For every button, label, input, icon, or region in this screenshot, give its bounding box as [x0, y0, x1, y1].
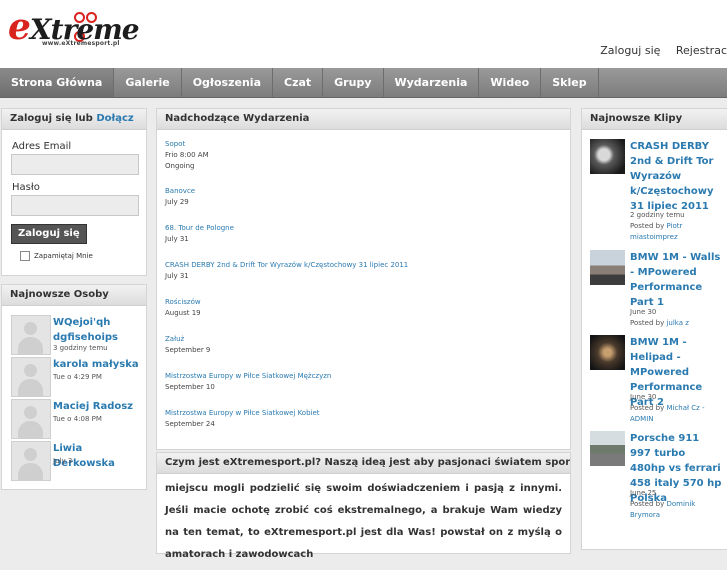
nav-video[interactable]: Wideo [479, 68, 542, 97]
about-text: miejscu mogli podzielić się swoim doświa… [165, 483, 562, 560]
login-button[interactable]: Zaloguj się [11, 224, 87, 244]
newest-people-panel: Najnowsze Osoby WQejoi'qh dgfisehoips 3 … [1, 284, 147, 490]
event-date: Friо 8:00 AM [165, 151, 209, 159]
event-title[interactable]: Sopot [165, 139, 209, 150]
person-name[interactable]: WQejoi'qh dgfisehoips [53, 315, 145, 345]
event-title[interactable]: Banovce [165, 186, 195, 197]
event-title[interactable]: Załuż [165, 334, 210, 345]
upcoming-events-panel: Nadchodzące Wydarzenia Sopot Friо 8:00 A… [156, 108, 571, 450]
event-item: CRASH DERBY 2nd & Drift Tor Wyrazów k/Cz… [165, 260, 408, 282]
people-panel-title: Najnowsze Osoby [2, 285, 146, 306]
avatar[interactable] [11, 399, 51, 439]
event-date: September 9 [165, 346, 211, 354]
person-item[interactable]: karola małyska Tue o 4:29 PM [11, 357, 143, 397]
event-title[interactable]: Mistrzostwa Europy w Piłce Siatkowej Kob… [165, 408, 320, 419]
avatar[interactable] [11, 441, 51, 481]
avatar[interactable] [11, 357, 51, 397]
clip-title[interactable]: BMW 1M - Walls - MPowered Performance Pa… [630, 250, 722, 310]
clips-panel-title: Najnowsze Klipy [582, 109, 727, 130]
about-panel-title: Czym jest eXtremesport.pl? Naszą ideą je… [157, 453, 570, 474]
clip-time: June 25 [630, 489, 657, 497]
nav-shop[interactable]: Sklep [541, 68, 599, 97]
clip-author: Posted by julka z [630, 319, 689, 327]
login-panel: Zaloguj się lub Dołącz Adres Email Hasło… [1, 108, 147, 276]
person-item[interactable]: WQejoi'qh dgfisehoips 3 godziny temu [11, 315, 143, 355]
main-nav: Strona Główna Galerie Ogłoszenia Czat Gr… [0, 68, 727, 98]
email-label: Adres Email [12, 141, 72, 152]
event-item: Mistrzostwa Europy w Piłce Siatkowej Męż… [165, 371, 331, 393]
clip-author-link[interactable]: julka z [666, 319, 688, 327]
email-field[interactable] [11, 154, 139, 175]
nav-chat[interactable]: Czat [273, 68, 324, 97]
event-item: Mistrzostwa Europy w Piłce Siatkowej Kob… [165, 408, 320, 430]
event-status: Ongoing [165, 162, 195, 170]
event-title[interactable]: Rościszów [165, 297, 201, 308]
top-links: Zaloguj się Rejestrac [588, 44, 727, 57]
clip-title[interactable]: CRASH DERBY 2nd & Drift Tor Wyrazów k/Cz… [630, 139, 722, 214]
clip-time: June 30 [630, 393, 657, 401]
event-item: Załuż September 9 [165, 334, 210, 356]
join-link[interactable]: Dołącz [96, 113, 133, 124]
person-name[interactable]: Maciej Radosz [53, 399, 145, 414]
clip-thumbnail[interactable] [590, 250, 625, 285]
password-label: Hasło [12, 182, 40, 193]
event-item: 68. Tour de Pologne July 31 [165, 223, 234, 245]
nav-galleries[interactable]: Galerie [114, 68, 182, 97]
newest-clips-panel: Najnowsze Klipy CRASH DERBY 2nd & Drift … [581, 108, 727, 550]
clip-thumbnail[interactable] [590, 335, 625, 370]
clip-time: June 30 [630, 308, 657, 316]
nav-home[interactable]: Strona Główna [0, 68, 115, 97]
clip-thumbnail[interactable] [590, 431, 625, 466]
event-item: Sopot Friо 8:00 AM Ongoing [165, 139, 209, 172]
event-date: July 29 [165, 198, 189, 206]
remember-me[interactable]: Zapamiętaj Mnie [20, 251, 93, 261]
logo-url: www.eXtremesport.pl [42, 40, 120, 47]
person-item[interactable]: Maciej Radosz Tue o 4:08 PM [11, 399, 143, 439]
about-panel: Czym jest eXtremesport.pl? Naszą ideą je… [156, 452, 571, 560]
clip-author: Posted by Dominik Brymora [630, 500, 696, 519]
event-item: Banovce July 29 [165, 186, 195, 208]
event-date: September 24 [165, 420, 215, 428]
person-name[interactable]: Liwia Derkowska [53, 441, 145, 471]
site-logo[interactable]: eXtreme www.eXtremesport.pl [8, 6, 140, 52]
login-panel-title: Zaloguj się lub Dołącz [2, 109, 146, 130]
event-title[interactable]: CRASH DERBY 2nd & Drift Tor Wyrazów k/Cz… [165, 260, 408, 271]
clip-author: Posted by Michał Cz - ADMIN [630, 404, 705, 423]
event-date: July 31 [165, 272, 189, 280]
password-field[interactable] [11, 195, 139, 216]
person-time: 3 godziny temu [53, 344, 108, 352]
header: eXtreme www.eXtremesport.pl Zaloguj się … [0, 0, 727, 68]
event-title[interactable]: Mistrzostwa Europy w Piłce Siatkowej Męż… [165, 371, 331, 382]
clip-thumbnail[interactable] [590, 139, 625, 174]
remember-checkbox[interactable] [20, 251, 30, 261]
event-date: August 19 [165, 309, 201, 317]
event-date: September 10 [165, 383, 215, 391]
remember-label: Zapamiętaj Mnie [34, 252, 93, 260]
nav-classifieds[interactable]: Ogłoszenia [182, 68, 273, 97]
event-item: Rościszów August 19 [165, 297, 201, 319]
avatar[interactable] [11, 315, 51, 355]
person-name[interactable]: karola małyska [53, 357, 145, 372]
nav-events[interactable]: Wydarzenia [384, 68, 480, 97]
person-item[interactable]: Liwia Derkowska July 3 [11, 441, 143, 481]
clip-time: 2 godziny temu [630, 211, 685, 219]
events-panel-title: Nadchodzące Wydarzenia [157, 109, 570, 130]
person-time: Tue o 4:29 PM [53, 373, 102, 381]
logo-x: e [8, 6, 31, 48]
person-time: Tue o 4:08 PM [53, 415, 102, 423]
nav-groups[interactable]: Grupy [323, 68, 384, 97]
register-link[interactable]: Rejestrac [676, 44, 727, 57]
person-time: July 3 [53, 457, 73, 465]
event-date: July 31 [165, 235, 189, 243]
event-title[interactable]: 68. Tour de Pologne [165, 223, 234, 234]
login-link[interactable]: Zaloguj się [600, 44, 660, 57]
clip-author: Posted by Piotr miastoimprez [630, 222, 683, 241]
